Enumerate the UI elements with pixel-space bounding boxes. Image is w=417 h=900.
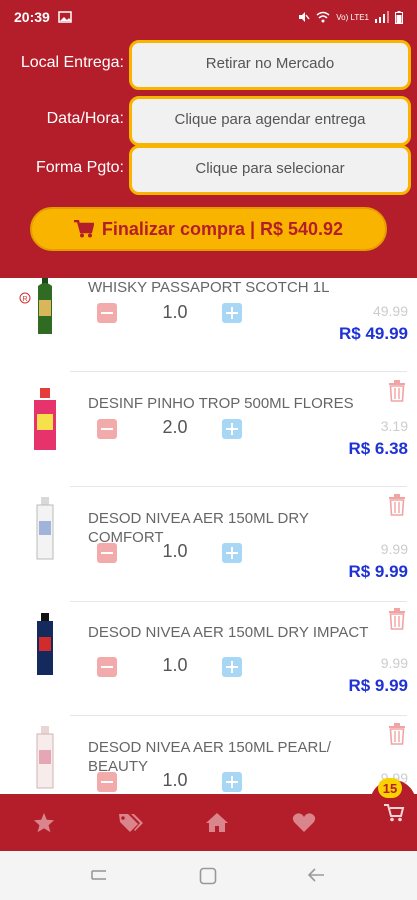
list-item: DESOD NIVEA AER 150ML DRY COMFORT 1.0 9.… — [0, 487, 417, 602]
increase-quantity-button[interactable] — [222, 772, 242, 792]
decrease-quantity-button[interactable] — [97, 419, 117, 439]
trash-icon[interactable] — [388, 380, 406, 402]
quantity-value: 1.0 — [162, 302, 188, 322]
product-name: DESOD NIVEA AER 150ML PEARL/ BEAUTY — [88, 739, 331, 775]
finalize-purchase-button[interactable]: Finalizar compra | R$ 540.92 — [30, 207, 387, 251]
product-image — [34, 388, 56, 450]
data-hora-row: Data/Hora: Clique para agendar entrega — [0, 96, 417, 146]
item-price: R$ 9.99 — [348, 562, 408, 581]
finalize-purchase-label: Finalizar compra | R$ 540.92 — [101, 218, 344, 239]
item-price: R$ 9.99 — [348, 676, 408, 695]
heart-icon[interactable] — [292, 812, 316, 833]
item-price: R$ 49.99 — [339, 324, 408, 343]
status-icons: Vo) LTE1 — [298, 10, 403, 24]
cart-icon — [384, 804, 405, 822]
product-name: WHISKY PASSAPORT SCOTCH 1L — [88, 279, 330, 296]
decrease-quantity-button[interactable] — [97, 543, 117, 563]
forma-pgto-label: Forma Pgto: — [35, 159, 124, 176]
mute-icon — [299, 12, 310, 22]
product-image — [37, 613, 53, 675]
decrease-quantity-button[interactable] — [97, 657, 117, 677]
image-icon — [58, 11, 72, 23]
item-price: R$ 6.38 — [348, 439, 408, 458]
old-price: 49.99 — [372, 303, 408, 319]
list-item: DESOD NIVEA AER 150ML PEARL/ BEAUTY 1.0 … — [0, 716, 417, 794]
product-name: DESINF PINHO TROP 500ML FLORES — [88, 395, 354, 412]
increase-quantity-button[interactable] — [222, 419, 242, 439]
old-price: 3.19 — [380, 418, 408, 434]
checkout-header: Local Entrega: Retirar no Mercado Data/H… — [0, 34, 417, 278]
home-icon[interactable] — [205, 812, 229, 833]
cart-list[interactable]: R WHISKY PASSAPORT SCOTCH 1L 1.0 49.99 R… — [0, 278, 417, 794]
quantity-value: 1.0 — [162, 770, 188, 790]
decrease-quantity-button[interactable] — [97, 303, 117, 323]
local-entrega-label: Local Entrega: — [20, 54, 124, 71]
increase-quantity-button[interactable] — [222, 303, 242, 323]
product-image — [36, 497, 54, 560]
svg-text:R: R — [22, 296, 27, 303]
wifi-icon — [316, 11, 330, 23]
trash-icon[interactable] — [388, 723, 406, 745]
cart-icon — [73, 220, 94, 238]
network-label: Vo) LTE1 — [336, 12, 369, 22]
list-item: R WHISKY PASSAPORT SCOTCH 1L 1.0 49.99 R… — [0, 278, 417, 372]
status-time: 20:39 — [14, 9, 50, 25]
data-hora-field[interactable]: Clique para agendar entrega — [129, 96, 411, 146]
signal-icon — [375, 11, 389, 23]
product-name: DESOD NIVEA AER 150ML DRY COMFORT — [88, 510, 309, 546]
data-hora-label: Data/Hora: — [46, 110, 124, 127]
status-bar: 20:39 Vo) LTE1 — [0, 0, 417, 34]
product-name: DESOD NIVEA AER 150ML DRY IMPACT — [88, 624, 369, 641]
quantity-value: 1.0 — [162, 541, 188, 561]
battery-icon — [395, 10, 403, 24]
list-item: DESINF PINHO TROP 500ML FLORES 2.0 3.19 … — [0, 372, 417, 487]
back-icon[interactable] — [307, 867, 325, 883]
recent-apps-icon[interactable] — [90, 868, 108, 882]
product-image — [38, 278, 52, 334]
decrease-quantity-button[interactable] — [97, 772, 117, 792]
old-price: 9.99 — [380, 655, 408, 671]
trash-icon[interactable] — [388, 608, 406, 630]
quantity-value: 1.0 — [162, 655, 188, 675]
increase-quantity-button[interactable] — [222, 657, 242, 677]
local-entrega-field[interactable]: Retirar no Mercado — [129, 40, 411, 90]
star-icon[interactable] — [33, 812, 55, 833]
increase-quantity-button[interactable] — [222, 543, 242, 563]
forma-pgto-field[interactable]: Clique para selecionar — [129, 145, 411, 195]
list-item: DESOD NIVEA AER 150ML DRY IMPACT 1.0 9.9… — [0, 601, 417, 716]
cart-count-badge: 15 — [378, 778, 402, 798]
product-image — [36, 726, 54, 789]
trash-icon[interactable] — [388, 494, 406, 516]
local-entrega-row: Local Entrega: Retirar no Mercado — [0, 40, 417, 90]
tags-icon[interactable] — [118, 812, 144, 834]
home-system-icon[interactable] — [199, 867, 217, 885]
bottom-nav — [0, 794, 417, 851]
forma-pgto-row: Forma Pgto: Clique para selecionar — [0, 145, 417, 195]
old-price: 9.99 — [380, 541, 408, 557]
system-nav-bar — [0, 851, 417, 900]
quantity-value: 2.0 — [162, 417, 188, 437]
